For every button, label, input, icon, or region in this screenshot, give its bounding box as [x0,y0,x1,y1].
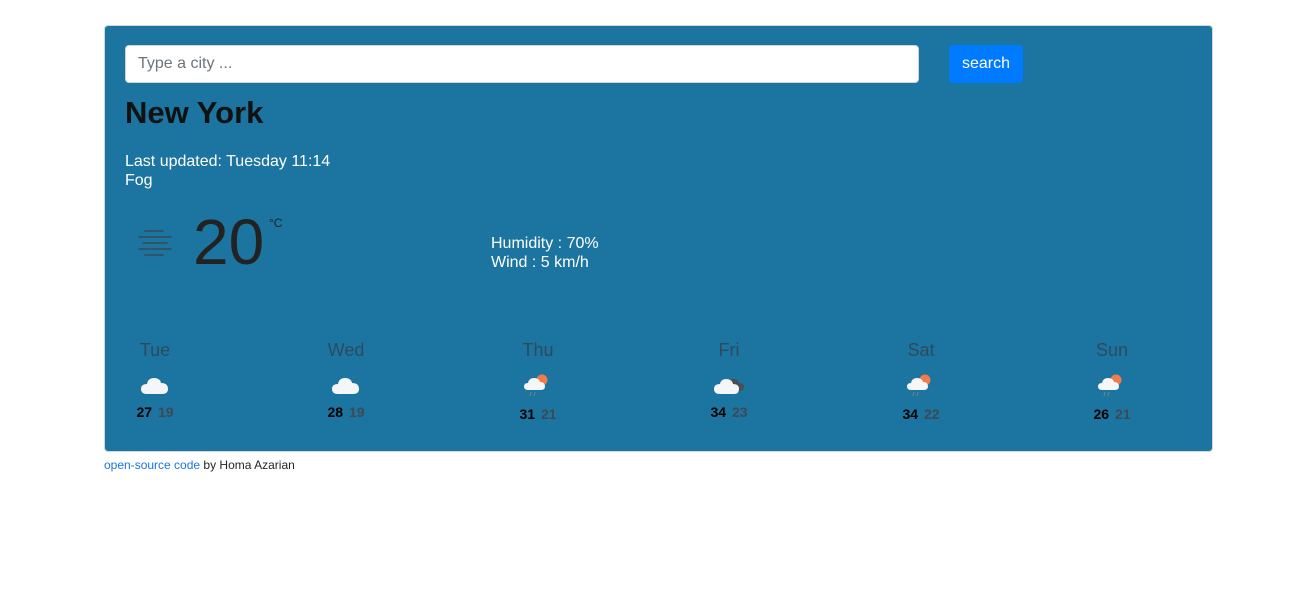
forecast-min: 19 [348,404,365,420]
forecast-day: Wed 28 19 [296,340,396,420]
forecast-day-name: Thu [522,340,554,360]
humidity: Humidity : 70% [491,235,599,252]
forecast-max: 34 [710,404,727,420]
forecast-day-name: Fri [718,340,740,360]
forecast-temps: 28 19 [296,404,396,420]
forecast-min: 23 [731,404,748,420]
city-name: New York [125,95,264,130]
forecast-temps: 31 21 [488,406,588,422]
author-credit: by Homa Azarian [200,458,295,472]
forecast-day: Tue 27 19 [105,340,205,420]
forecast-min: 19 [157,404,174,420]
current-temperature: 20 [193,206,265,278]
forecast-day: Fri 34 23 [679,340,779,420]
footer: open-source code by Homa Azarian [104,458,295,472]
forecast-min: 21 [1114,406,1131,422]
sun-cloud-rain-icon [907,374,931,397]
search-button[interactable]: search [949,45,1023,83]
weather-condition: Fog [125,172,153,189]
forecast-temps: 26 21 [1062,406,1162,422]
fog-icon [137,228,173,261]
forecast-day-name: Wed [327,340,365,360]
cloud-icon [332,378,359,394]
forecast-max: 34 [902,406,919,422]
forecast-day: Thu 31 21 [488,340,588,422]
source-code-link[interactable]: open-source code [104,458,200,472]
forecast-min: 21 [540,406,557,422]
city-search-input[interactable] [125,45,919,83]
forecast-day-name: Tue [139,340,171,360]
cloud-dark-cloud-icon [714,379,744,394]
forecast-max: 31 [519,406,536,422]
weather-card: search New York Last updated: Tuesday 11… [104,25,1213,452]
weather-details: Humidity : 70% Wind : 5 km/h [491,234,599,272]
forecast-temps: 27 19 [105,404,205,420]
forecast-max: 26 [1093,406,1110,422]
forecast-temps: 34 23 [679,404,779,420]
forecast-max: 28 [327,404,344,420]
forecast-day: Sun 26 21 [1062,340,1162,422]
sun-cloud-rain-icon [1098,374,1122,397]
forecast-day-name: Sun [1095,340,1129,360]
forecast-min: 22 [923,406,940,422]
forecast-day: Sat 34 22 [871,340,971,422]
forecast-day-name: Sat [907,340,935,360]
wind: Wind : 5 km/h [491,254,589,271]
forecast-temps: 34 22 [871,406,971,422]
last-updated: Last updated: Tuesday 11:14 [125,153,331,170]
forecast-max: 27 [136,404,153,420]
weather-info: Last updated: Tuesday 11:14 Fog [125,152,330,190]
temperature-unit[interactable]: °C [269,216,282,230]
sun-cloud-rain-icon [524,374,548,397]
cloud-icon [141,378,168,394]
